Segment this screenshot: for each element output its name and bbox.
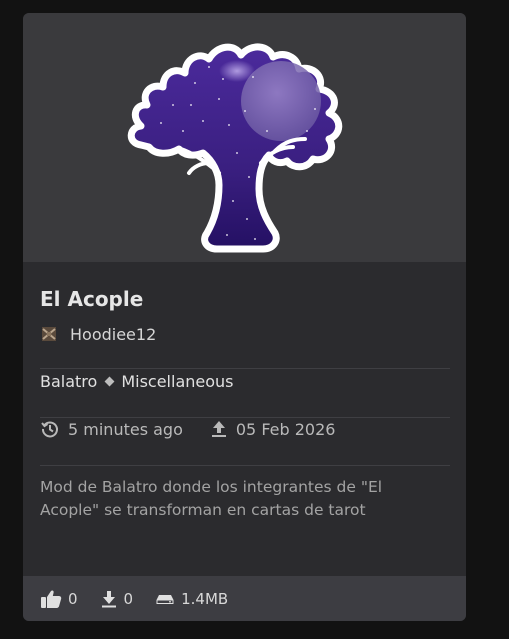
- uploaded-text: 05 Feb 2026: [235, 419, 336, 439]
- stats-bar: 0 0 1.4MB: [23, 576, 466, 621]
- like-count: 0: [68, 589, 78, 608]
- history-icon: [41, 421, 58, 438]
- author-link[interactable]: Hoodiee12: [40, 323, 156, 345]
- game-tag[interactable]: Balatro: [40, 372, 97, 391]
- download-count: 0: [123, 589, 134, 608]
- thumbs-up-icon: [41, 589, 62, 608]
- divider: [40, 417, 450, 418]
- diamond-separator-icon: [104, 376, 115, 387]
- download-icon: [101, 590, 116, 607]
- avatar: [40, 325, 58, 343]
- like-button[interactable]: 0: [40, 589, 78, 609]
- uploaded-date: 05 Feb 2026: [210, 419, 336, 439]
- divider: [40, 465, 450, 466]
- updated-date: 5 minutes ago: [40, 419, 183, 439]
- upload-icon: [211, 421, 226, 437]
- tree-logo-image: [127, 43, 343, 253]
- divider: [40, 368, 450, 369]
- file-size-text: 1.4MB: [181, 589, 229, 608]
- author-name: Hoodiee12: [70, 324, 157, 344]
- tag-list: Balatro Miscellaneous: [40, 372, 234, 391]
- category-tag[interactable]: Miscellaneous: [121, 372, 233, 391]
- updated-text: 5 minutes ago: [68, 419, 183, 439]
- download-button[interactable]: 0: [100, 589, 134, 609]
- storage-icon: [156, 594, 174, 604]
- mod-card[interactable]: El Acople Hoodiee12 Balatro Miscellaneou…: [23, 13, 466, 621]
- mod-thumbnail[interactable]: [23, 13, 466, 262]
- mod-description: Mod de Balatro donde los integrantes de …: [40, 478, 383, 519]
- mod-title[interactable]: El Acople: [40, 287, 143, 311]
- file-size: 1.4MB: [155, 589, 228, 609]
- date-info: 5 minutes ago 05 Feb 2026: [40, 419, 335, 439]
